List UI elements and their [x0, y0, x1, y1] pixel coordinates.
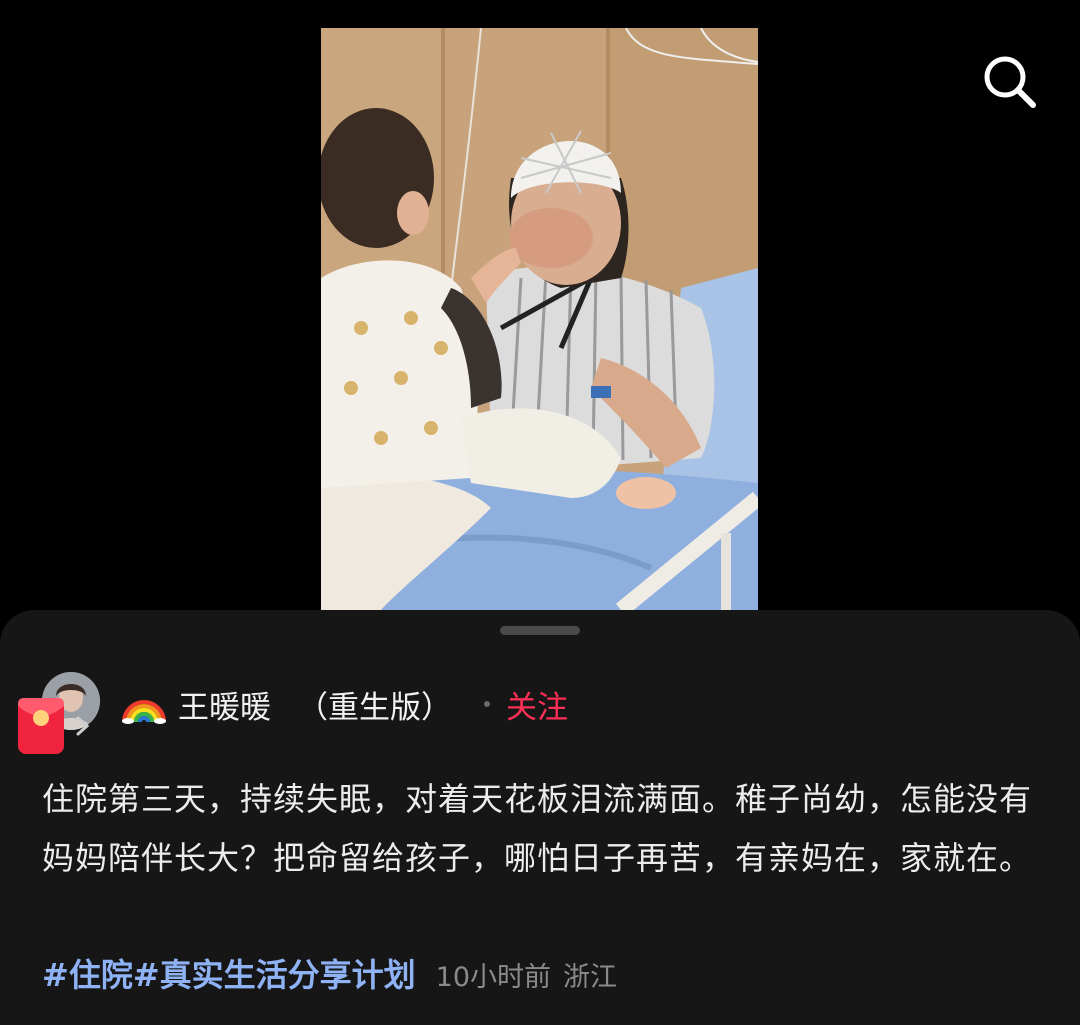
follow-button[interactable]: 关注	[506, 682, 568, 727]
post-location: 浙江	[563, 962, 618, 993]
post-detail-sheet: 王暖暖 （重生版） 关注 住院第三天，持续失眠，对着天花板泪流满面。稚子尚幼，怎…	[0, 610, 1080, 1025]
author-name[interactable]: 王暖暖	[178, 682, 271, 727]
author-name-suffix[interactable]: （重生版）	[297, 682, 452, 727]
post-time: 10小时前	[435, 962, 552, 993]
hashtag-link[interactable]: #住院	[42, 950, 133, 996]
search-icon	[984, 56, 1036, 108]
sheet-drag-handle[interactable]	[500, 626, 580, 635]
post-meta-row: #住院 #真实生活分享计划 10小时前 浙江	[42, 950, 617, 996]
red-packet-icon	[18, 698, 64, 754]
search-button[interactable]	[980, 52, 1040, 112]
post-image[interactable]	[321, 28, 758, 610]
app-screen: 王暖暖 （重生版） 关注 住院第三天，持续失眠，对着天花板泪流满面。稚子尚幼，怎…	[0, 0, 1080, 1025]
chevron-right-icon	[74, 714, 92, 738]
red-packet-button[interactable]	[16, 696, 66, 756]
rainbow-icon	[122, 700, 166, 724]
separator-dot	[484, 701, 490, 707]
post-caption: 住院第三天，持续失眠，对着天花板泪流满面。稚子尚幼，怎能没有妈妈陪伴长大？把命留…	[42, 780, 1033, 877]
hashtag-link[interactable]: #真实生活分享计划	[133, 950, 416, 996]
author-row: 王暖暖 （重生版） 关注	[122, 676, 568, 732]
post-photo	[321, 28, 758, 610]
